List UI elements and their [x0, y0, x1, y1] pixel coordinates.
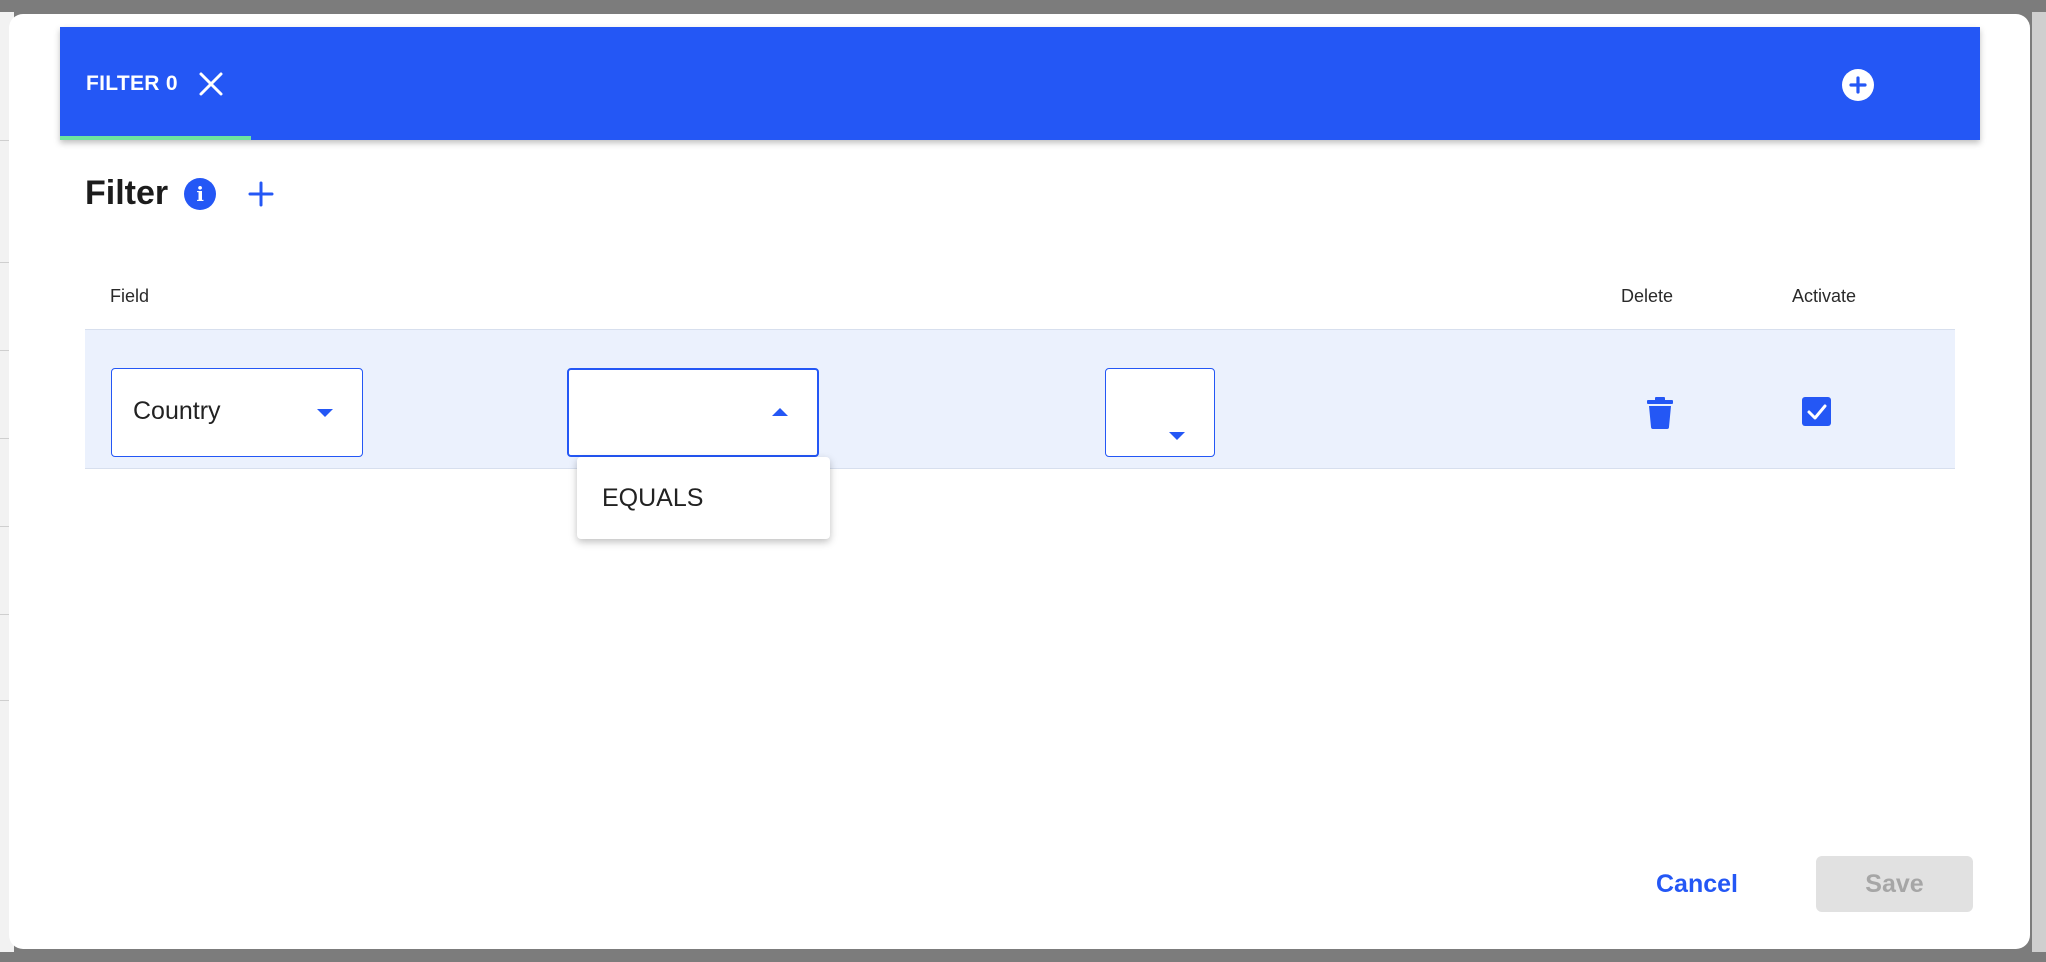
filter-heading-row: Filter i: [85, 174, 276, 213]
trash-icon[interactable]: [1646, 397, 1674, 429]
save-button[interactable]: Save: [1816, 856, 1973, 912]
filter-dialog: FILTER 0 Filter i Field Delete Activate …: [9, 14, 2030, 949]
active-tab-indicator: [60, 136, 251, 140]
close-icon[interactable]: [198, 71, 224, 97]
plus-icon[interactable]: [246, 179, 276, 209]
filter-tab-bar: FILTER 0: [60, 27, 1980, 140]
field-select[interactable]: Country: [111, 368, 363, 457]
tab-filter-0[interactable]: FILTER 0: [60, 27, 251, 140]
tab-label: FILTER 0: [86, 71, 178, 95]
chevron-down-icon: [1169, 432, 1185, 440]
add-circle-icon[interactable]: [1842, 69, 1874, 101]
chevron-down-icon: [317, 409, 333, 417]
value-select[interactable]: [1105, 368, 1215, 457]
checkbox-checked-icon[interactable]: [1802, 397, 1831, 426]
info-icon[interactable]: i: [184, 177, 217, 210]
operator-select[interactable]: [567, 368, 819, 457]
filter-row: [85, 329, 1955, 469]
field-select-value: Country: [133, 397, 221, 425]
column-header-field: Field: [110, 286, 150, 306]
menu-item-equals[interactable]: EQUALS: [577, 457, 830, 539]
page-title: Filter: [85, 174, 169, 212]
column-header-activate: Activate: [1792, 286, 1857, 306]
background-page-right-edge: [2032, 12, 2046, 952]
cancel-button[interactable]: Cancel: [1639, 856, 1755, 912]
operator-dropdown-menu: EQUALS: [577, 457, 830, 539]
chevron-up-icon: [772, 408, 788, 416]
column-header-delete: Delete: [1621, 286, 1674, 306]
